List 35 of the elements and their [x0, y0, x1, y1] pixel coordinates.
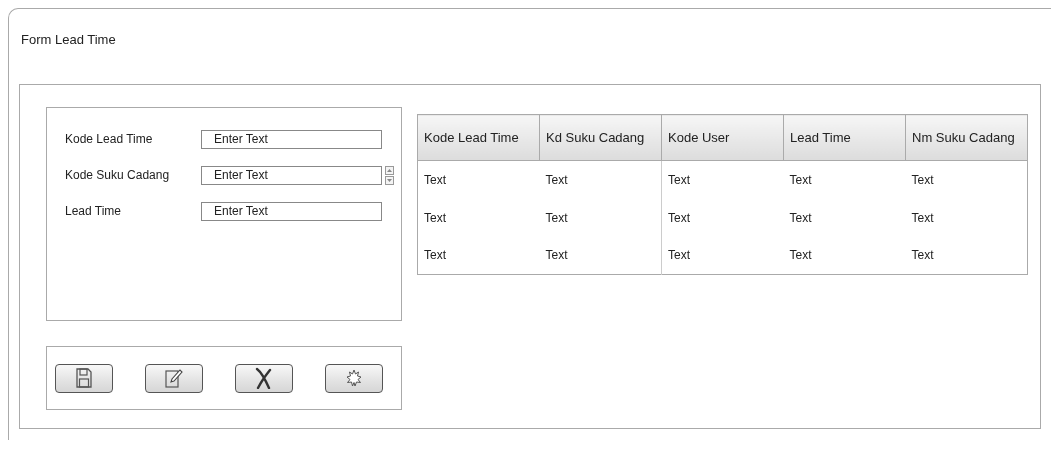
table-cell: Text: [783, 160, 906, 199]
new-button[interactable]: [325, 363, 383, 393]
table-cell: Text: [661, 198, 784, 237]
table-cell: Text: [905, 198, 1028, 237]
column-header[interactable]: Nm Suku Cadang: [905, 114, 1028, 161]
field-label: Kode Suku Cadang: [65, 167, 171, 184]
starburst-icon: [346, 369, 362, 387]
table-cell: Text: [417, 236, 540, 275]
table-cell: Text: [539, 160, 662, 199]
table-cell: Text: [905, 236, 1028, 275]
column-header[interactable]: Kode User: [661, 114, 784, 161]
table-cell: Text: [783, 236, 906, 275]
delete-button[interactable]: [235, 363, 293, 393]
edit-button[interactable]: [145, 363, 203, 393]
column-header[interactable]: Lead Time: [783, 114, 906, 161]
spinner-buttons[interactable]: [385, 165, 394, 185]
table-cell-text: Text: [788, 209, 813, 227]
table-cell: Text: [539, 198, 662, 237]
table-cell: Text: [905, 160, 1028, 199]
table-cell: Text: [661, 236, 784, 275]
spinner-field[interactable]: Enter Text: [201, 165, 382, 185]
pencil-paper-icon: [165, 368, 183, 388]
column-header[interactable]: Kode Lead Time: [417, 114, 540, 161]
input-field[interactable]: Enter Text: [201, 129, 382, 149]
cross-icon: [255, 367, 273, 389]
table-cell: Text: [417, 160, 540, 199]
field-label: Lead Time: [65, 203, 123, 220]
input-field[interactable]: Enter Text: [201, 201, 382, 221]
table-cell: Text: [539, 236, 662, 275]
table-cell: Text: [661, 160, 784, 199]
save-button[interactable]: [55, 363, 113, 393]
column-header[interactable]: Kd Suku Cadang: [539, 114, 662, 161]
window-title: Form Lead Time: [20, 31, 117, 49]
table-cell: Text: [417, 198, 540, 237]
field-label: Kode Lead Time: [65, 131, 154, 148]
